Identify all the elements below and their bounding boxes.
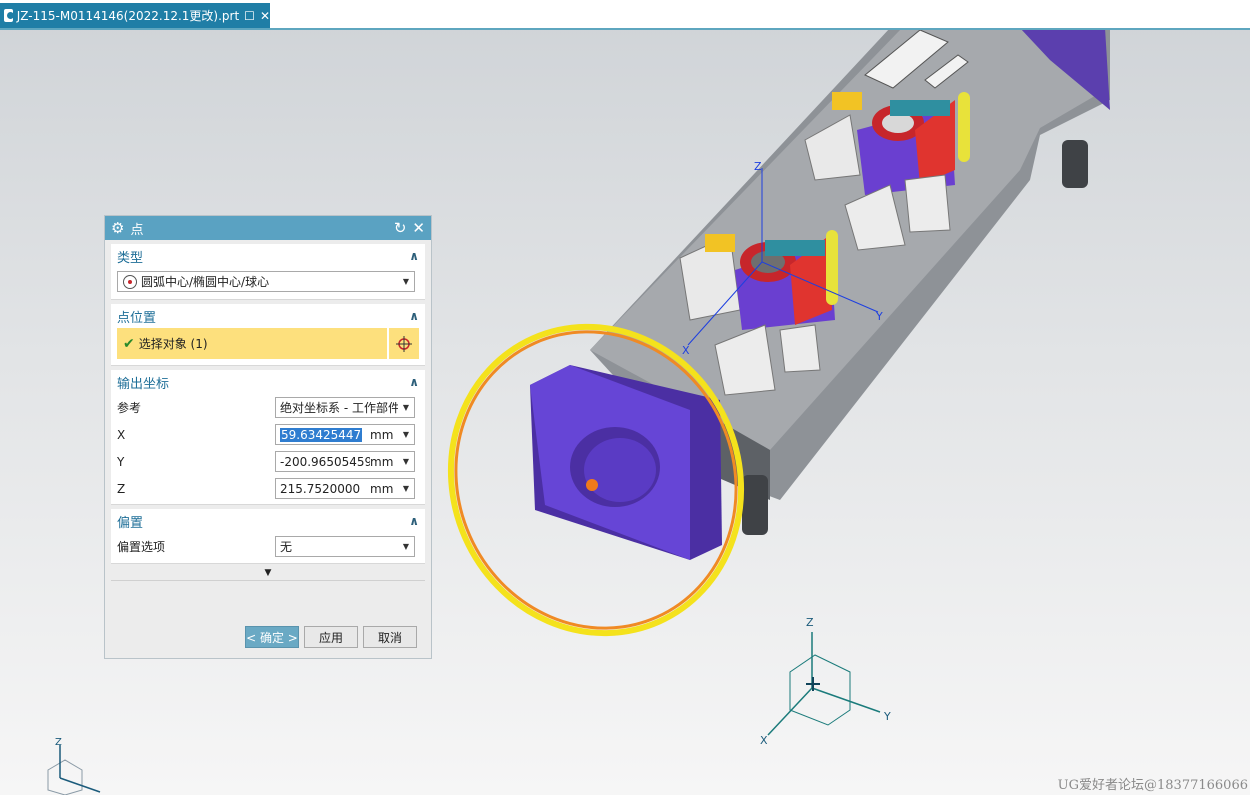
svg-text:X: X — [682, 344, 690, 357]
cancel-button[interactable]: 取消 — [363, 626, 417, 648]
tab-bar: JZ-115-M0114146(2022.12.1更改).prt ☐ ✕ — [0, 0, 1250, 30]
point-dialog: ⚙ 点 ↻ ✕ 类型 ∧ 圆弧中心/椭圆中心/球心 ▼ 点位置 ∧ ✔ 选择对象… — [104, 215, 432, 659]
triad-y-label: Y — [883, 710, 891, 723]
nx-logo-icon — [4, 9, 14, 22]
output-coords-header[interactable]: 输出坐标 ∧ — [111, 370, 425, 394]
tab-part-file[interactable]: JZ-115-M0114146(2022.12.1更改).prt ☐ ✕ — [0, 3, 270, 28]
offset-group: 偏置 ∧ 偏置选项 无 ▼ — [111, 509, 425, 564]
divider — [111, 580, 425, 581]
y-value[interactable]: -200.96505459 — [276, 455, 370, 469]
corner-triad: Z — [47, 737, 101, 795]
modified-icon: ☐ — [244, 8, 255, 23]
reference-select[interactable]: 绝对坐标系 - 工作部件 ▼ — [275, 397, 415, 418]
offset-option-label: 偏置选项 — [117, 540, 166, 554]
output-coords-label: 输出坐标 — [117, 376, 170, 392]
reset-icon[interactable]: ↻ — [394, 219, 407, 237]
y-unit: mm — [370, 454, 394, 469]
point-picker-icon[interactable] — [387, 328, 419, 359]
dropdown-arrow-icon[interactable]: ▼ — [398, 403, 414, 412]
reference-value: 绝对坐标系 - 工作部件 — [280, 401, 398, 415]
y-label: Y — [117, 454, 125, 469]
triad-x-label: X — [760, 734, 768, 747]
gear-icon[interactable]: ⚙ — [111, 219, 124, 237]
x-field[interactable]: 59.63425447 mm ▼ — [275, 424, 415, 445]
close-tab-icon[interactable]: ✕ — [260, 9, 270, 23]
watermark: UG爱好者论坛@18377166066 — [1057, 778, 1248, 793]
triad-z-label: Z — [806, 616, 814, 629]
tab-title: JZ-115-M0114146(2022.12.1更改).prt — [16, 9, 240, 23]
dropdown-arrow-icon[interactable]: ▼ — [398, 277, 414, 286]
dropdown-arrow-icon[interactable]: ▼ — [398, 542, 414, 551]
check-icon: ✔ — [123, 335, 135, 352]
type-group-header[interactable]: 类型 ∧ — [111, 244, 425, 268]
offset-label: 偏置 — [117, 515, 144, 531]
x-label: X — [117, 427, 126, 442]
close-icon[interactable]: ✕ — [412, 219, 425, 237]
x-unit: mm — [370, 427, 394, 442]
point-location-label: 点位置 — [117, 310, 157, 326]
svg-text:Z: Z — [55, 737, 62, 748]
reference-label: 参考 — [117, 401, 142, 415]
x-value[interactable]: 59.63425447 — [280, 427, 363, 442]
y-field[interactable]: -200.96505459 mm ▼ — [275, 451, 415, 472]
point-location-group: 点位置 ∧ ✔ 选择对象 (1) — [111, 304, 425, 366]
dialog-titlebar[interactable]: ⚙ 点 ↻ ✕ — [105, 216, 431, 240]
dropdown-arrow-icon[interactable]: ▼ — [398, 484, 414, 493]
type-select-value: 圆弧中心/椭圆中心/球心 — [141, 275, 270, 289]
offset-option-select[interactable]: 无 ▼ — [275, 536, 415, 557]
svg-text:Z: Z — [754, 160, 762, 173]
apply-button[interactable]: 应用 — [304, 626, 358, 648]
fixture-model[interactable]: Z X Y — [402, 28, 1110, 680]
type-group-label: 类型 — [117, 250, 144, 266]
z-field[interactable]: 215.7520000 mm ▼ — [275, 478, 415, 499]
dialog-buttons: < 确定 > 应用 取消 — [245, 626, 417, 648]
collapse-icon[interactable]: ∧ — [409, 375, 419, 389]
dialog-title: 点 — [130, 222, 144, 238]
type-select[interactable]: 圆弧中心/椭圆中心/球心 ▼ — [117, 271, 415, 292]
z-label: Z — [117, 481, 126, 496]
type-group: 类型 ∧ 圆弧中心/椭圆中心/球心 ▼ — [111, 244, 425, 300]
collapse-icon[interactable]: ∧ — [409, 514, 419, 528]
more-options-icon[interactable]: ▼ — [105, 566, 431, 580]
ok-button[interactable]: < 确定 > — [245, 626, 299, 648]
view-triad[interactable] — [767, 632, 881, 736]
output-coords-group: 输出坐标 ∧ 参考 绝对坐标系 - 工作部件 ▼ X 59.63425447 m… — [111, 370, 425, 505]
select-object-row[interactable]: ✔ 选择对象 (1) — [117, 328, 419, 359]
dropdown-arrow-icon[interactable]: ▼ — [398, 430, 414, 439]
collapse-icon[interactable]: ∧ — [409, 309, 419, 323]
collapse-icon[interactable]: ∧ — [409, 249, 419, 263]
z-value[interactable]: 215.7520000 — [276, 482, 370, 496]
offset-header[interactable]: 偏置 ∧ — [111, 509, 425, 533]
dropdown-arrow-icon[interactable]: ▼ — [398, 457, 414, 466]
select-object-label: 选择对象 (1) — [138, 337, 208, 351]
offset-option-value: 无 — [280, 540, 293, 554]
point-location-header[interactable]: 点位置 ∧ — [111, 304, 425, 328]
arc-center-icon — [123, 274, 137, 289]
z-unit: mm — [370, 481, 394, 496]
svg-text:Y: Y — [875, 310, 883, 323]
